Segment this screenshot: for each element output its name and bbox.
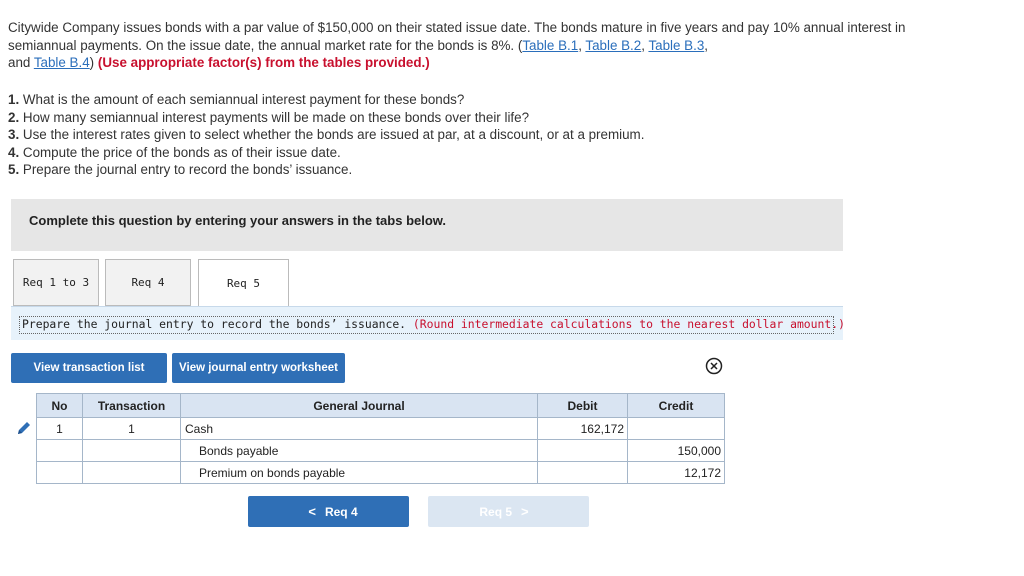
row-no: 1 <box>36 417 83 440</box>
chevron-left-icon: < <box>308 504 316 519</box>
prev-label: Req 4 <box>324 504 358 519</box>
view-journal-entry-worksheet-button[interactable]: View journal entry worksheet <box>172 353 345 383</box>
table-row: 1 1 Cash 162,172 <box>36 417 725 440</box>
problem-text: Citywide Company issues bonds with a par… <box>8 20 906 53</box>
row-transaction <box>82 439 181 462</box>
col-debit-header: Debit <box>537 393 628 418</box>
banner-text: Complete this question by entering your … <box>29 213 447 228</box>
row-credit: 12,172 <box>627 461 725 484</box>
tab-req-1-to-3[interactable]: Req 1 to 3 <box>13 259 99 306</box>
row-credit: 150,000 <box>627 439 725 462</box>
table-row: Premium on bonds payable 12,172 <box>36 461 725 484</box>
row-account: Bonds payable <box>180 439 538 462</box>
next-req-5-button: Req 5 > <box>428 496 589 527</box>
row-debit <box>537 461 628 484</box>
row-account: Premium on bonds payable <box>180 461 538 484</box>
tab-req-4[interactable]: Req 4 <box>105 259 191 306</box>
row-credit <box>627 417 725 440</box>
instructions-banner: Complete this question by entering your … <box>11 199 843 251</box>
link-table-b1[interactable]: Table B.1 <box>522 38 578 53</box>
problem-statement: Citywide Company issues bonds with a par… <box>8 20 906 70</box>
factor-note: (Use appropriate factor(s) from the tabl… <box>97 55 430 70</box>
row-no <box>36 439 83 462</box>
question-item: 4. Compute the price of the bonds as of … <box>8 144 341 160</box>
instruction-text: Prepare the journal entry to record the … <box>22 317 845 331</box>
next-label: Req 5 <box>479 504 513 519</box>
row-no <box>36 461 83 484</box>
row-transaction: 1 <box>82 417 181 440</box>
chevron-right-icon: > <box>521 504 529 519</box>
view-transaction-list-button[interactable]: View transaction list <box>11 353 167 383</box>
row-debit: 162,172 <box>537 417 628 440</box>
tab-req-5[interactable]: Req 5 <box>198 259 289 307</box>
row-transaction <box>82 461 181 484</box>
link-table-b4[interactable]: Table B.4 <box>34 55 90 70</box>
instruction-bar: Prepare the journal entry to record the … <box>11 306 845 340</box>
link-table-b2[interactable]: Table B.2 <box>585 38 641 53</box>
journal-table: No Transaction General Journal Debit Cre… <box>36 393 725 484</box>
question-list: 1. What is the amount of each semiannual… <box>8 91 644 179</box>
journal-header-row: No Transaction General Journal Debit Cre… <box>36 393 725 418</box>
prev-req-4-button[interactable]: < Req 4 <box>248 496 409 527</box>
col-transaction-header: Transaction <box>82 393 181 418</box>
rounding-note: (Round intermediate calculations to the … <box>412 317 845 331</box>
question-item: 2. How many semiannual interest payments… <box>8 109 530 125</box>
question-item: 5. Prepare the journal entry to record t… <box>8 162 353 177</box>
table-row: Bonds payable 150,000 <box>36 439 725 462</box>
close-icon[interactable] <box>705 357 723 375</box>
question-item: 1. What is the amount of each semiannual… <box>8 92 465 107</box>
row-account: Cash <box>180 417 538 440</box>
col-no-header: No <box>36 393 83 418</box>
row-debit <box>537 439 628 462</box>
col-general-journal-header: General Journal <box>180 393 538 418</box>
link-table-b3[interactable]: Table B.3 <box>648 38 704 53</box>
question-item: 3. Use the interest rates given to selec… <box>8 127 645 142</box>
col-credit-header: Credit <box>627 393 725 418</box>
pencil-icon[interactable] <box>16 420 32 436</box>
